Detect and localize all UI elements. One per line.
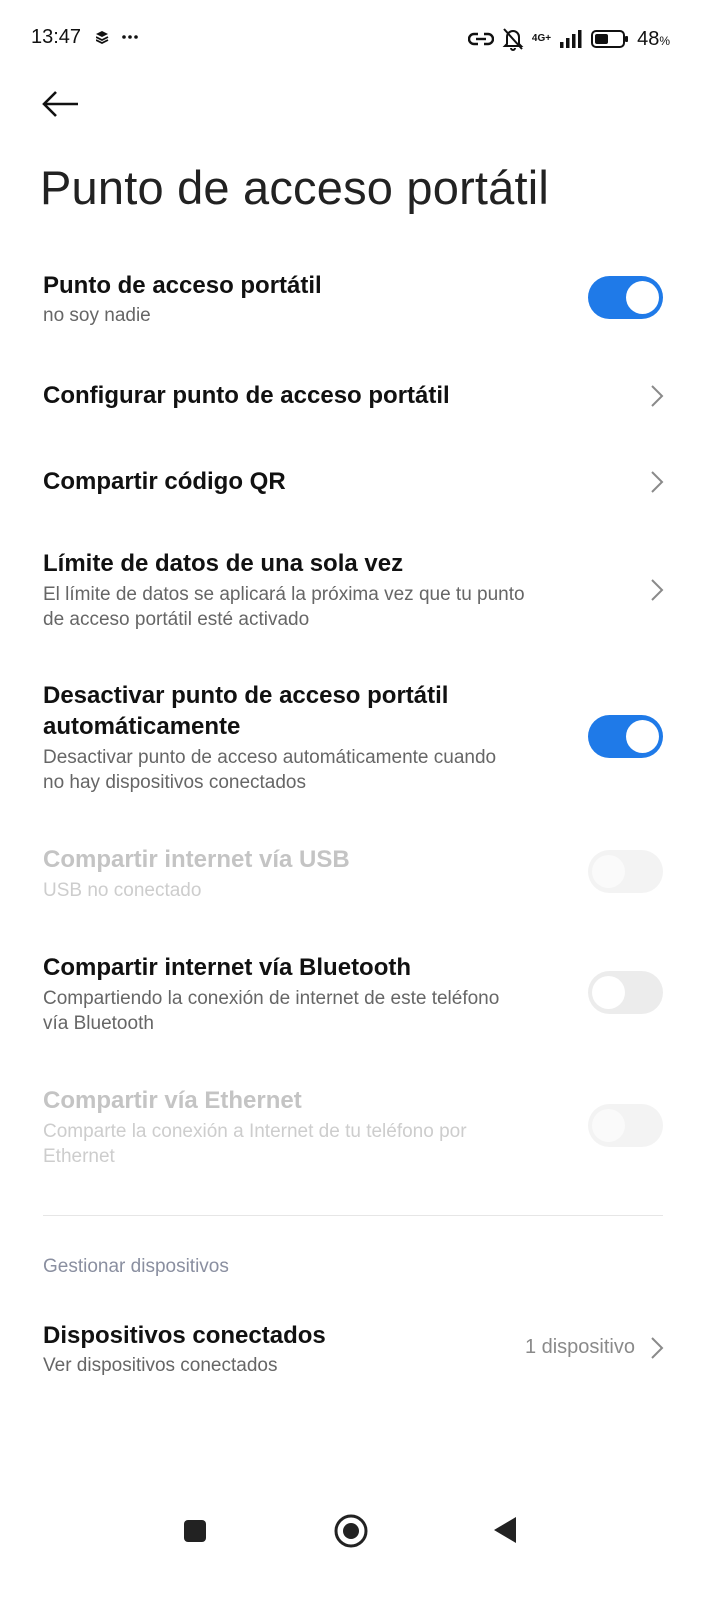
connected-devices-count: 1 dispositivo	[524, 1336, 635, 1358]
ethernet-switch	[588, 1104, 663, 1147]
back-triangle-icon	[494, 1517, 516, 1543]
ethernet-row: Compartir vía Ethernet Comparte la conex…	[0, 1077, 720, 1177]
battery-icon	[591, 30, 629, 48]
chevron-right-icon	[651, 579, 664, 601]
more-dots-icon	[122, 35, 138, 39]
usb-tethering-row: Compartir internet vía USB USB no conect…	[0, 836, 720, 916]
hotspot-title: Punto de acceso portátil	[43, 272, 322, 299]
switch-knob	[592, 976, 625, 1009]
home-circle-icon	[334, 1514, 368, 1548]
arrow-left-icon	[42, 91, 78, 117]
divider	[43, 1215, 663, 1216]
auto-off-title-2: automáticamente	[43, 713, 241, 740]
switch-knob	[592, 855, 625, 888]
status-right-icons: 4G+ 48%	[467, 24, 670, 54]
battery-percentage: 48%	[637, 27, 670, 50]
share-qr-row[interactable]: Compartir código QR	[0, 446, 720, 518]
ethernet-title: Compartir vía Ethernet	[43, 1087, 302, 1114]
bt-tethering-subtitle-2: vía Bluetooth	[43, 1013, 154, 1034]
share-qr-title: Compartir código QR	[43, 468, 286, 495]
data-limit-title: Límite de datos de una sola vez	[43, 550, 404, 577]
auto-off-row[interactable]: Desactivar punto de acceso portátil auto…	[0, 672, 720, 802]
network-4g-icon: 4G+	[531, 33, 552, 44]
chevron-right-icon	[651, 385, 664, 407]
data-limit-row[interactable]: Límite de datos de una sola vez El límit…	[0, 540, 720, 640]
chevron-right-icon	[651, 471, 664, 493]
bell-off-icon	[502, 28, 524, 51]
back-nav-button[interactable]	[490, 1514, 520, 1551]
hotspot-network-name: no soy nadie	[43, 305, 151, 326]
section-header: Gestionar dispositivos	[43, 1256, 229, 1277]
auto-off-title-1: Desactivar punto de acceso portátil	[43, 682, 449, 709]
hotspot-link-icon	[467, 32, 494, 46]
hotspot-toggle-row[interactable]: Punto de acceso portátil no soy nadie	[0, 260, 720, 350]
configure-hotspot-row[interactable]: Configurar punto de acceso portátil	[0, 360, 720, 432]
switch-knob	[626, 281, 659, 314]
switch-knob	[592, 1109, 625, 1142]
auto-off-subtitle-2: no hay dispositivos conectados	[43, 772, 306, 793]
hotspot-switch[interactable]	[588, 276, 663, 319]
back-button[interactable]	[40, 86, 84, 122]
bt-tethering-switch[interactable]	[588, 971, 663, 1014]
page-title: Punto de acceso portátil	[40, 161, 550, 214]
signal-icon	[560, 30, 582, 48]
bt-tethering-title: Compartir internet vía Bluetooth	[43, 954, 412, 981]
recents-square-icon	[184, 1520, 206, 1542]
ethernet-subtitle-2: Ethernet	[43, 1146, 115, 1167]
bt-tethering-row[interactable]: Compartir internet vía Bluetooth Compart…	[0, 944, 720, 1044]
usb-tethering-subtitle: USB no conectado	[43, 880, 202, 901]
status-bar: 13:47 4G+ 48%	[0, 0, 720, 78]
connected-devices-row[interactable]: Dispositivos conectados Ver dispositivos…	[0, 1312, 720, 1392]
recents-button[interactable]	[180, 1516, 210, 1551]
auto-off-switch[interactable]	[588, 715, 663, 758]
auto-off-subtitle-1: Desactivar punto de acceso automáticamen…	[43, 747, 497, 768]
ethernet-subtitle-1: Comparte la conexión a Internet de tu te…	[43, 1121, 467, 1142]
data-limit-subtitle-1: El límite de datos se aplicará la próxim…	[43, 584, 525, 605]
configure-hotspot-title: Configurar punto de acceso portátil	[43, 382, 450, 409]
status-left-icons	[95, 29, 156, 52]
bt-tethering-subtitle-1: Compartiendo la conexión de internet de …	[43, 988, 500, 1009]
usb-tethering-switch	[588, 850, 663, 893]
navigation-bar	[0, 1500, 720, 1600]
connected-devices-subtitle: Ver dispositivos conectados	[43, 1355, 278, 1376]
usb-tethering-title: Compartir internet vía USB	[43, 846, 350, 873]
layers-icon	[95, 31, 109, 45]
connected-devices-title: Dispositivos conectados	[43, 1322, 326, 1349]
chevron-right-icon	[651, 1337, 664, 1359]
switch-knob	[626, 720, 659, 753]
home-button[interactable]	[333, 1513, 369, 1554]
status-time: 13:47	[31, 26, 82, 48]
data-limit-subtitle-2: de acceso portátil esté activado	[43, 609, 310, 630]
